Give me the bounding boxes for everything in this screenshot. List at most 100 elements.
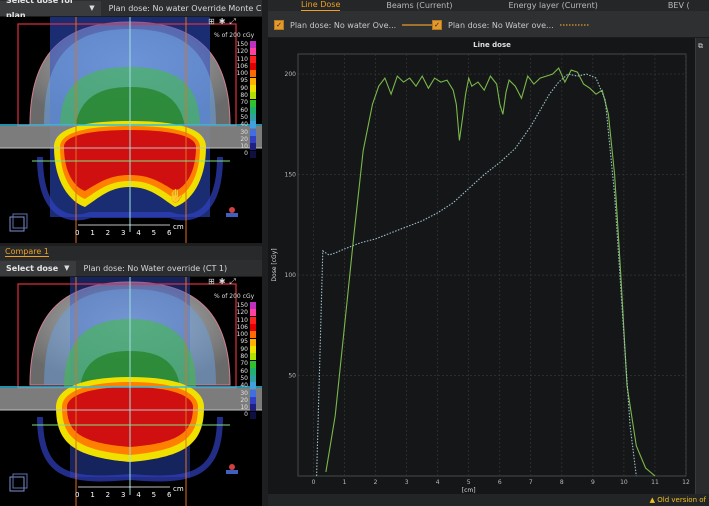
top-dose-viewer[interactable]: ✋ ⊞ ✱ ⤢ % of 200 cGy 150 120 110 106 100 95 90…: [0, 17, 262, 243]
top-legend-swatch: [250, 63, 256, 71]
compare-legend-entry: 20: [230, 397, 256, 404]
compare-legend-value: 60: [240, 367, 248, 375]
top-legend-value: 110: [236, 55, 248, 63]
settings-icon[interactable]: ✱: [219, 277, 226, 287]
x-tick-label: 1: [343, 479, 347, 486]
patient-orientation-icon: [226, 464, 238, 474]
y-tick-label: 150: [285, 172, 297, 179]
top-legend-value: 20: [240, 135, 248, 143]
top-legend-value: 60: [240, 106, 248, 114]
checkbox-series-2[interactable]: ✓: [432, 20, 442, 30]
compare-legend-swatch: [250, 397, 256, 404]
top-scale-tick: 2: [105, 229, 111, 237]
tab-energy-layer[interactable]: Energy layer (Current): [508, 1, 597, 11]
compare-legend-value: 106: [236, 323, 248, 331]
compare-legend-value: 20: [240, 396, 248, 404]
top-legend-swatch: [250, 84, 256, 92]
x-tick-label: 5: [467, 479, 471, 486]
x-tick-label: 4: [436, 479, 440, 486]
compare-legend-swatch: [250, 353, 256, 361]
warning-icon: ▲: [649, 496, 656, 504]
compare-legend-entry: 80: [230, 353, 256, 361]
compare-1-tab[interactable]: Compare 1: [5, 247, 49, 257]
top-scale-unit: cm: [173, 223, 184, 231]
side-panel-icon[interactable]: ⧉: [698, 42, 708, 51]
compare-scale-tick: 4: [136, 491, 141, 499]
top-legend-entry: 95: [230, 77, 256, 85]
top-scale-tick: 4: [136, 229, 141, 237]
compare-legend-swatch: [250, 360, 256, 368]
orientation-cube-icon[interactable]: [9, 473, 28, 492]
status-warning: ▲ Old version of: [650, 496, 706, 504]
patient-orientation-icon: [226, 207, 238, 217]
top-legend-entry: 106: [230, 63, 256, 71]
measure-tool-icon[interactable]: ⊞: [208, 17, 215, 27]
compare-legend-entry: 110: [230, 317, 256, 324]
tab-line-dose[interactable]: Line Dose: [301, 0, 341, 11]
x-tick-label: 9: [591, 479, 595, 486]
expand-icon[interactable]: ⤢: [229, 17, 235, 27]
compare-legend-swatch: [250, 411, 256, 419]
select-dose-label: Select dose: [6, 263, 59, 273]
compare-legend-swatch: [250, 389, 256, 397]
top-legend-entry: 40: [230, 121, 256, 129]
legend-item-series-1[interactable]: ✓ Plan dose: No water Ove...: [274, 20, 433, 30]
side-mini-panel: ⧉: [695, 38, 709, 494]
y-axis-label: Dose [cGy]: [271, 248, 278, 281]
x-tick-label: 3: [405, 479, 409, 486]
x-tick-label: 12: [682, 479, 690, 486]
compare-legend-value: 90: [240, 345, 248, 353]
top-dose-color-legend: 150 120 110 106 100 95 90 80 70 60 50 40 30 20 10 0: [230, 41, 256, 158]
y-tick-label: 100: [285, 272, 297, 279]
checkbox-series-1[interactable]: ✓: [274, 20, 284, 30]
line-dose-chart[interactable]: Line dose0 1 2 3 4 5 6 7 8 9 10 11 1250100150200[cm]…: [268, 38, 695, 494]
status-text: Old version of: [657, 496, 706, 504]
compare-legend-value: 70: [240, 360, 248, 368]
top-legend-swatch: [250, 41, 256, 49]
compare-legend-value: 80: [240, 353, 248, 361]
legend-label-series-2: Plan dose: No Water ove...: [448, 20, 554, 30]
plot-frame: [297, 53, 687, 477]
top-legend-entry: 30: [230, 129, 256, 136]
compare-legend-entry: 90: [230, 346, 256, 353]
top-legend-value: 50: [240, 113, 248, 121]
compare-scale-tick: 5: [151, 491, 157, 499]
x-tick-label: 11: [651, 479, 659, 486]
top-legend-swatch: [250, 128, 256, 136]
top-legend-entry: 80: [230, 92, 256, 100]
top-legend-entry: 50: [230, 113, 256, 122]
orientation-cube-icon[interactable]: [9, 213, 28, 232]
x-tick-label: 10: [620, 479, 628, 486]
top-legend-value: 10: [240, 143, 248, 151]
chevron-down-icon: ▼: [89, 3, 95, 12]
tab-beams[interactable]: Beams (Current): [386, 1, 452, 11]
compare-legend-swatch: [250, 338, 256, 346]
compare-legend-swatch: [250, 345, 256, 353]
top-scale-tick: 6: [167, 229, 172, 237]
compare-legend-entry: 10: [230, 404, 256, 412]
compare-plan-dose-label: Plan dose: No Water override (CT 1): [83, 263, 228, 273]
compare-dose-color-legend: 150 120 110 106 100 95 90 80 70 60 50 40 30 20 10 0: [230, 302, 256, 419]
compare-dose-viewer[interactable]: ⊞ ✱ ⤢ % of 200 cGy 150 120 110 106 100 95 90 80…: [0, 277, 262, 506]
settings-icon[interactable]: ✱: [219, 17, 226, 27]
select-dose-for-plan-dropdown[interactable]: Select dose for plan ▼: [0, 0, 101, 20]
top-legend-swatch: [250, 70, 256, 78]
tab-bev[interactable]: BEV (: [668, 1, 690, 11]
y-tick-label: 200: [285, 71, 297, 78]
compare-legend-entry: 95: [230, 338, 256, 346]
series-line-2: [316, 73, 637, 477]
chart-title: Line dose: [473, 41, 511, 49]
compare-ct-image: [0, 277, 262, 506]
compare-legend-entry: 60: [230, 368, 256, 375]
compare-legend-value: 120: [236, 309, 248, 317]
select-dose-dropdown[interactable]: Select dose ▼: [0, 260, 76, 276]
legend-item-series-2[interactable]: ✓ Plan dose: No Water ove...: [432, 20, 590, 30]
x-tick-label: 7: [529, 479, 533, 486]
expand-icon[interactable]: ⤢: [229, 277, 235, 287]
compare-legend-swatch: [250, 302, 256, 310]
compare-scale-tick: 6: [167, 491, 172, 499]
top-scale-tick: 3: [121, 229, 126, 237]
measure-tool-icon[interactable]: ⊞: [208, 277, 215, 287]
compare-scale-tick: 0: [75, 491, 80, 499]
x-tick-label: 0: [312, 479, 316, 486]
